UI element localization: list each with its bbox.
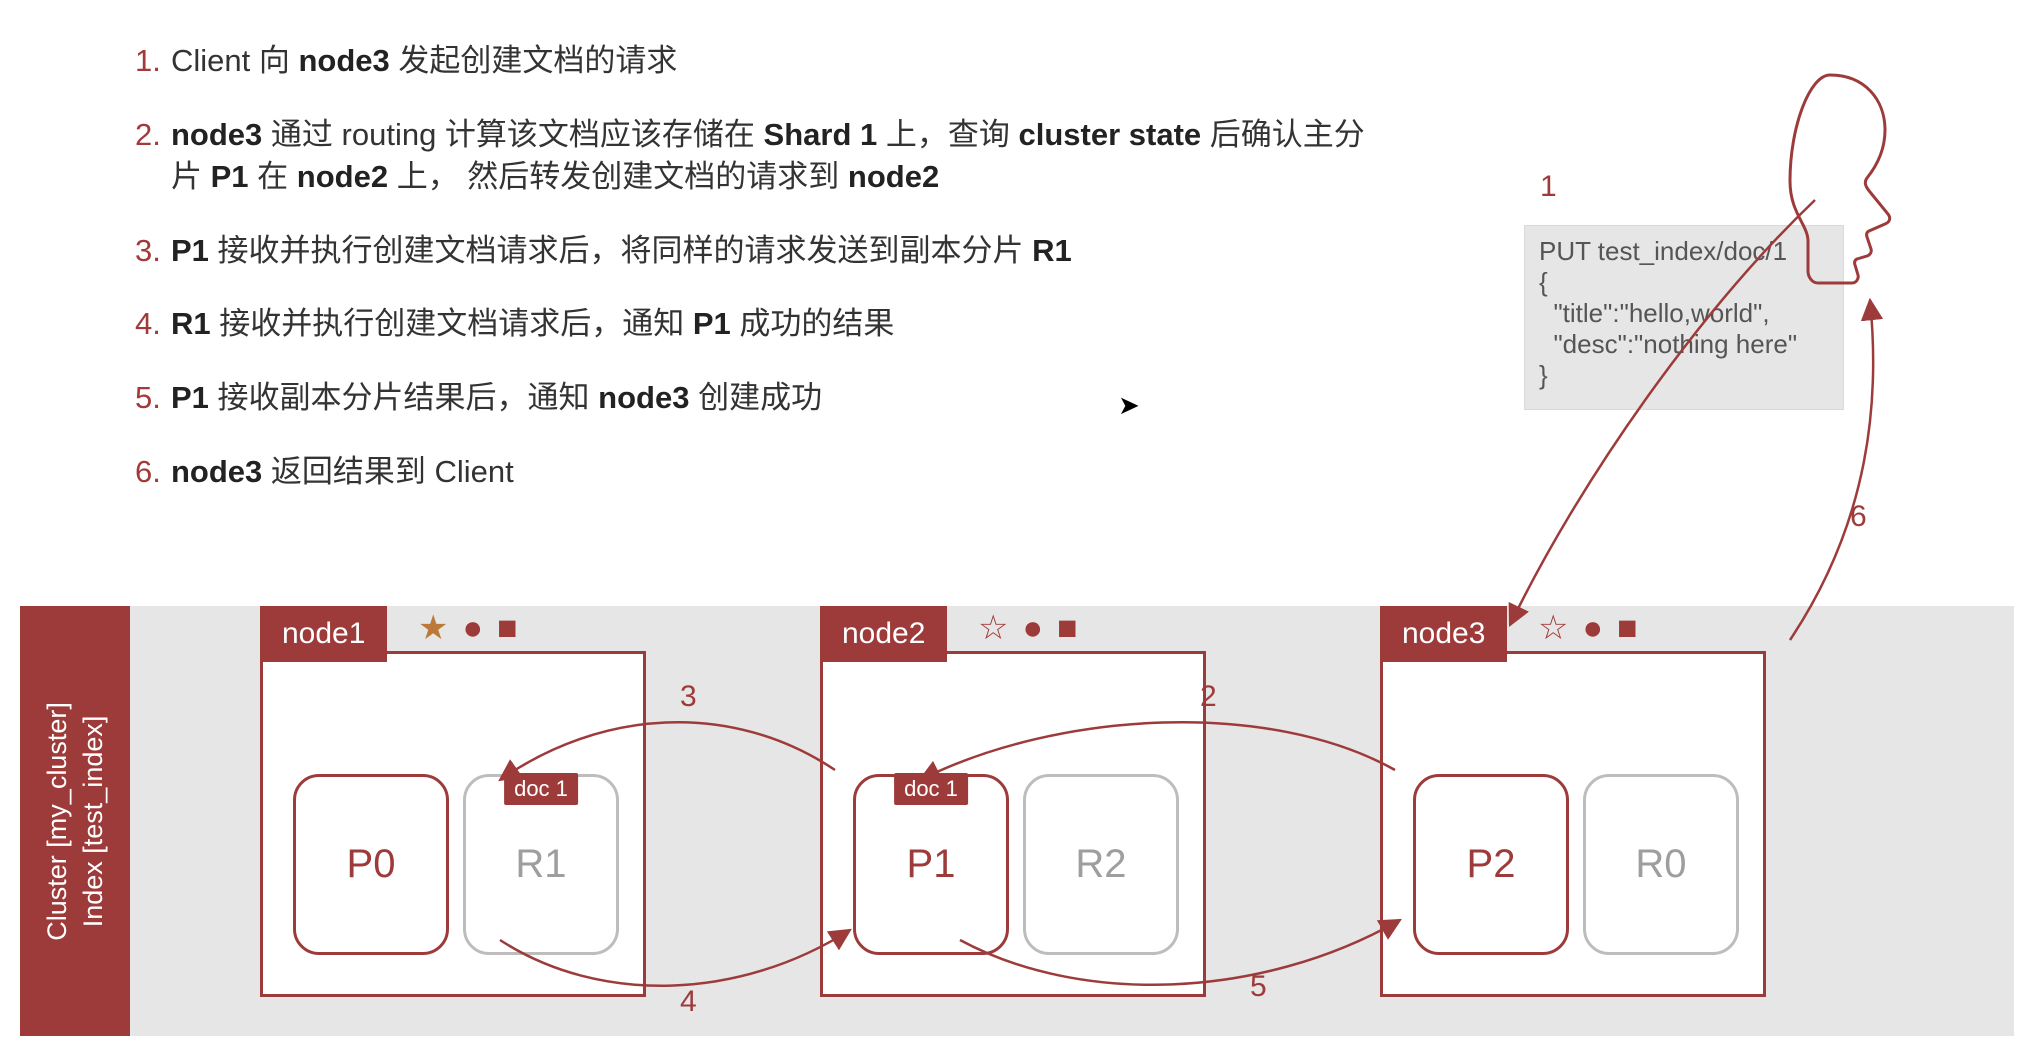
shard-R1: doc 1 R1	[463, 774, 619, 955]
arrow-label-1: 1	[1540, 170, 1557, 204]
node-node3: node3 ☆ ● ■ P2 R0	[1380, 651, 1766, 997]
data-circle-icon: ●	[1582, 609, 1603, 648]
shard-R0: R0	[1583, 774, 1739, 955]
step-num: 5.	[135, 377, 171, 419]
shard-P1: doc 1 P1	[853, 774, 1009, 955]
doc-chip: doc 1	[894, 773, 968, 805]
star-outline-icon: ☆	[978, 608, 1008, 648]
shard-label: R2	[1075, 842, 1126, 887]
step-body: Client 向 node3 发起创建文档的请求	[171, 40, 1384, 82]
code-line: PUT test_index/doc/1	[1539, 236, 1829, 267]
shard-label: R1	[515, 842, 566, 887]
cluster-label: Cluster [my_cluster] Index [test_index]	[20, 606, 130, 1036]
arrow-label-4: 4	[680, 985, 697, 1019]
index-name: Index [test_index]	[78, 715, 108, 927]
cursor-icon: ➤	[1118, 390, 1140, 421]
master-star-icon: ★	[418, 608, 448, 648]
step-num: 1.	[135, 40, 171, 82]
ingest-square-icon: ■	[497, 609, 518, 648]
node-node1: node1 ★ ● ■ P0 doc 1 R1	[260, 651, 646, 997]
step-5: 5.P1 接收副本分片结果后，通知 node3 创建成功	[135, 377, 1384, 419]
shard-P0: P0	[293, 774, 449, 955]
arrow-label-6: 6	[1850, 500, 1867, 534]
step-num: 6.	[135, 451, 171, 493]
step-body: P1 接收副本分片结果后，通知 node3 创建成功	[171, 377, 1384, 419]
star-outline-icon: ☆	[1538, 608, 1568, 648]
node-node2: node2 ☆ ● ■ doc 1 P1 R2	[820, 651, 1206, 997]
node-role-badges: ☆ ● ■	[978, 604, 1078, 652]
doc-chip: doc 1	[504, 773, 578, 805]
steps-list: 1.Client 向 node3 发起创建文档的请求 2.node3 通过 ro…	[135, 40, 1384, 525]
node-role-badges: ★ ● ■	[418, 604, 518, 652]
node-role-badges: ☆ ● ■	[1538, 604, 1638, 652]
data-circle-icon: ●	[462, 609, 483, 648]
code-line: }	[1539, 360, 1829, 391]
step-6: 6.node3 返回结果到 Client	[135, 451, 1384, 493]
step-3: 3.P1 接收并执行创建文档请求后，将同样的请求发送到副本分片 R1	[135, 230, 1384, 272]
shard-label: P0	[347, 842, 396, 887]
shard-P2: P2	[1413, 774, 1569, 955]
ingest-square-icon: ■	[1617, 609, 1638, 648]
cluster-name: Cluster [my_cluster]	[42, 702, 72, 941]
arrow-label-5: 5	[1250, 970, 1267, 1004]
code-line: "title":"hello,world",	[1539, 298, 1829, 329]
step-num: 3.	[135, 230, 171, 272]
step-1: 1.Client 向 node3 发起创建文档的请求	[135, 40, 1384, 82]
shard-label: R0	[1635, 842, 1686, 887]
node-tab: node3	[1380, 606, 1507, 662]
step-2: 2.node3 通过 routing 计算该文档应该存储在 Shard 1 上，…	[135, 114, 1384, 198]
step-body: node3 返回结果到 Client	[171, 451, 1384, 493]
cluster-panel: Cluster [my_cluster] Index [test_index] …	[20, 606, 2014, 1036]
node-tab: node1	[260, 606, 387, 662]
data-circle-icon: ●	[1022, 609, 1043, 648]
code-line: {	[1539, 267, 1829, 298]
step-body: P1 接收并执行创建文档请求后，将同样的请求发送到副本分片 R1	[171, 230, 1384, 272]
step-body: R1 接收并执行创建文档请求后，通知 P1 成功的结果	[171, 303, 1384, 345]
request-snippet: PUT test_index/doc/1 { "title":"hello,wo…	[1524, 225, 1844, 410]
shard-label: P2	[1467, 842, 1516, 887]
step-num: 4.	[135, 303, 171, 345]
step-num: 2.	[135, 114, 171, 198]
step-4: 4.R1 接收并执行创建文档请求后，通知 P1 成功的结果	[135, 303, 1384, 345]
arrow-label-3: 3	[680, 680, 697, 714]
shard-label: P1	[907, 842, 956, 887]
node-tab: node2	[820, 606, 947, 662]
ingest-square-icon: ■	[1057, 609, 1078, 648]
code-line: "desc":"nothing here"	[1539, 329, 1829, 360]
step-body: node3 通过 routing 计算该文档应该存储在 Shard 1 上，查询…	[171, 114, 1384, 198]
arrow-label-2: 2	[1200, 680, 1217, 714]
shard-R2: R2	[1023, 774, 1179, 955]
